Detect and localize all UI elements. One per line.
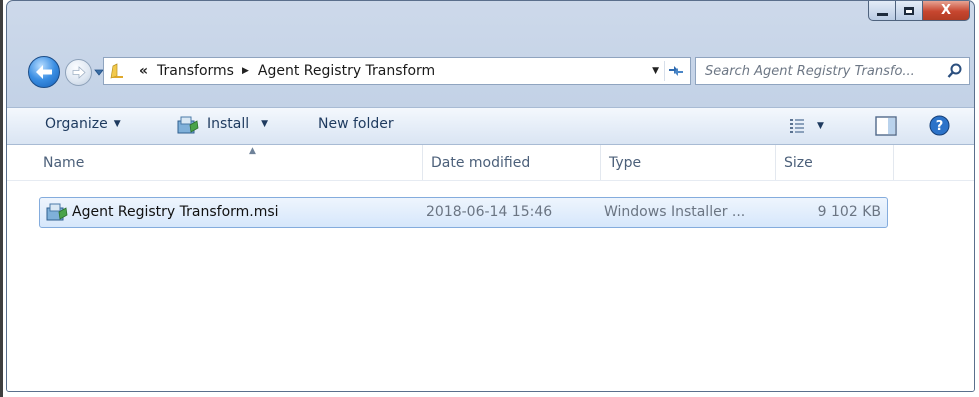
breadcrumb-agent-registry-transform[interactable]: Agent Registry Transform [258, 63, 435, 79]
maximize-button[interactable] [896, 1, 923, 21]
breadcrumb-overflow[interactable]: « [139, 63, 148, 79]
column-header-label: Name [43, 154, 85, 171]
column-header-size[interactable]: Size [776, 145, 894, 180]
address-bar[interactable]: « Transforms ▶ Agent Registry Transform … [103, 57, 691, 85]
caption-buttons: X [868, 1, 970, 23]
refresh-button[interactable] [664, 61, 687, 81]
organize-label: Organize [45, 116, 108, 132]
address-dropdown-icon[interactable]: ▼ [652, 66, 659, 76]
chevron-down-icon: ▼ [261, 119, 269, 129]
desktop-edge [0, 0, 3, 397]
column-header-label: Type [609, 154, 642, 171]
view-options-button[interactable]: ▼ [789, 118, 824, 134]
column-header-label: Date modified [431, 154, 531, 171]
help-icon: ? [929, 115, 950, 136]
install-button[interactable]: Install ▼ [207, 116, 268, 132]
breadcrumb-separator-icon[interactable]: ▶ [242, 66, 249, 76]
file-row[interactable]: Agent Registry Transform.msi 2018-06-14 … [39, 197, 888, 228]
search-icon[interactable] [944, 60, 966, 82]
installer-icon [177, 115, 199, 135]
forward-button[interactable] [65, 59, 92, 86]
svg-text:?: ? [936, 119, 944, 134]
preview-pane-button[interactable] [875, 116, 897, 136]
column-header-type[interactable]: Type [601, 145, 776, 180]
forward-arrow-icon [72, 66, 86, 79]
column-headers: Name ▲ Date modified Type Size [7, 145, 974, 181]
back-button[interactable] [28, 56, 60, 88]
file-list: Name ▲ Date modified Type Size Agent Reg… [7, 145, 974, 391]
file-type: Windows Installer ... [604, 204, 746, 220]
folder-icon [109, 62, 127, 80]
minimize-icon [876, 13, 888, 16]
navigation-row: « Transforms ▶ Agent Registry Transform … [7, 56, 974, 92]
maximize-icon [904, 6, 914, 15]
close-icon: X [940, 3, 952, 18]
breadcrumb-transforms[interactable]: Transforms [157, 63, 234, 79]
back-arrow-icon [36, 65, 52, 79]
refresh-icon [669, 66, 683, 76]
msi-file-icon [46, 202, 68, 226]
explorer-window: X « Transforms ▶ Agent Registry Transfor… [6, 0, 975, 392]
sort-ascending-icon: ▲ [249, 146, 256, 156]
search-box[interactable]: Search Agent Registry Transfo... [695, 57, 970, 85]
new-folder-label: New folder [318, 116, 394, 132]
details-view-icon [790, 119, 804, 133]
help-button[interactable]: ? [929, 115, 950, 136]
minimize-button[interactable] [868, 1, 896, 21]
file-size: 9 102 KB [817, 204, 881, 220]
organize-button[interactable]: Organize ▼ [45, 116, 121, 132]
search-input[interactable]: Search Agent Registry Transfo... [705, 64, 944, 79]
column-header-label: Size [784, 154, 813, 171]
chevron-down-icon: ▼ [817, 121, 824, 131]
column-header-date-modified[interactable]: Date modified [423, 145, 601, 180]
file-name: Agent Registry Transform.msi [72, 204, 279, 220]
close-button[interactable]: X [923, 1, 970, 21]
column-header-name[interactable]: Name ▲ [35, 145, 423, 180]
chevron-down-icon: ▼ [113, 119, 121, 129]
file-date-modified: 2018-06-14 15:46 [426, 204, 553, 220]
new-folder-button[interactable]: New folder [318, 116, 394, 132]
install-label: Install [207, 116, 250, 132]
preview-pane-icon [875, 116, 897, 136]
command-bar: Organize ▼ Install ▼ New folder ▼ ? [7, 107, 974, 145]
